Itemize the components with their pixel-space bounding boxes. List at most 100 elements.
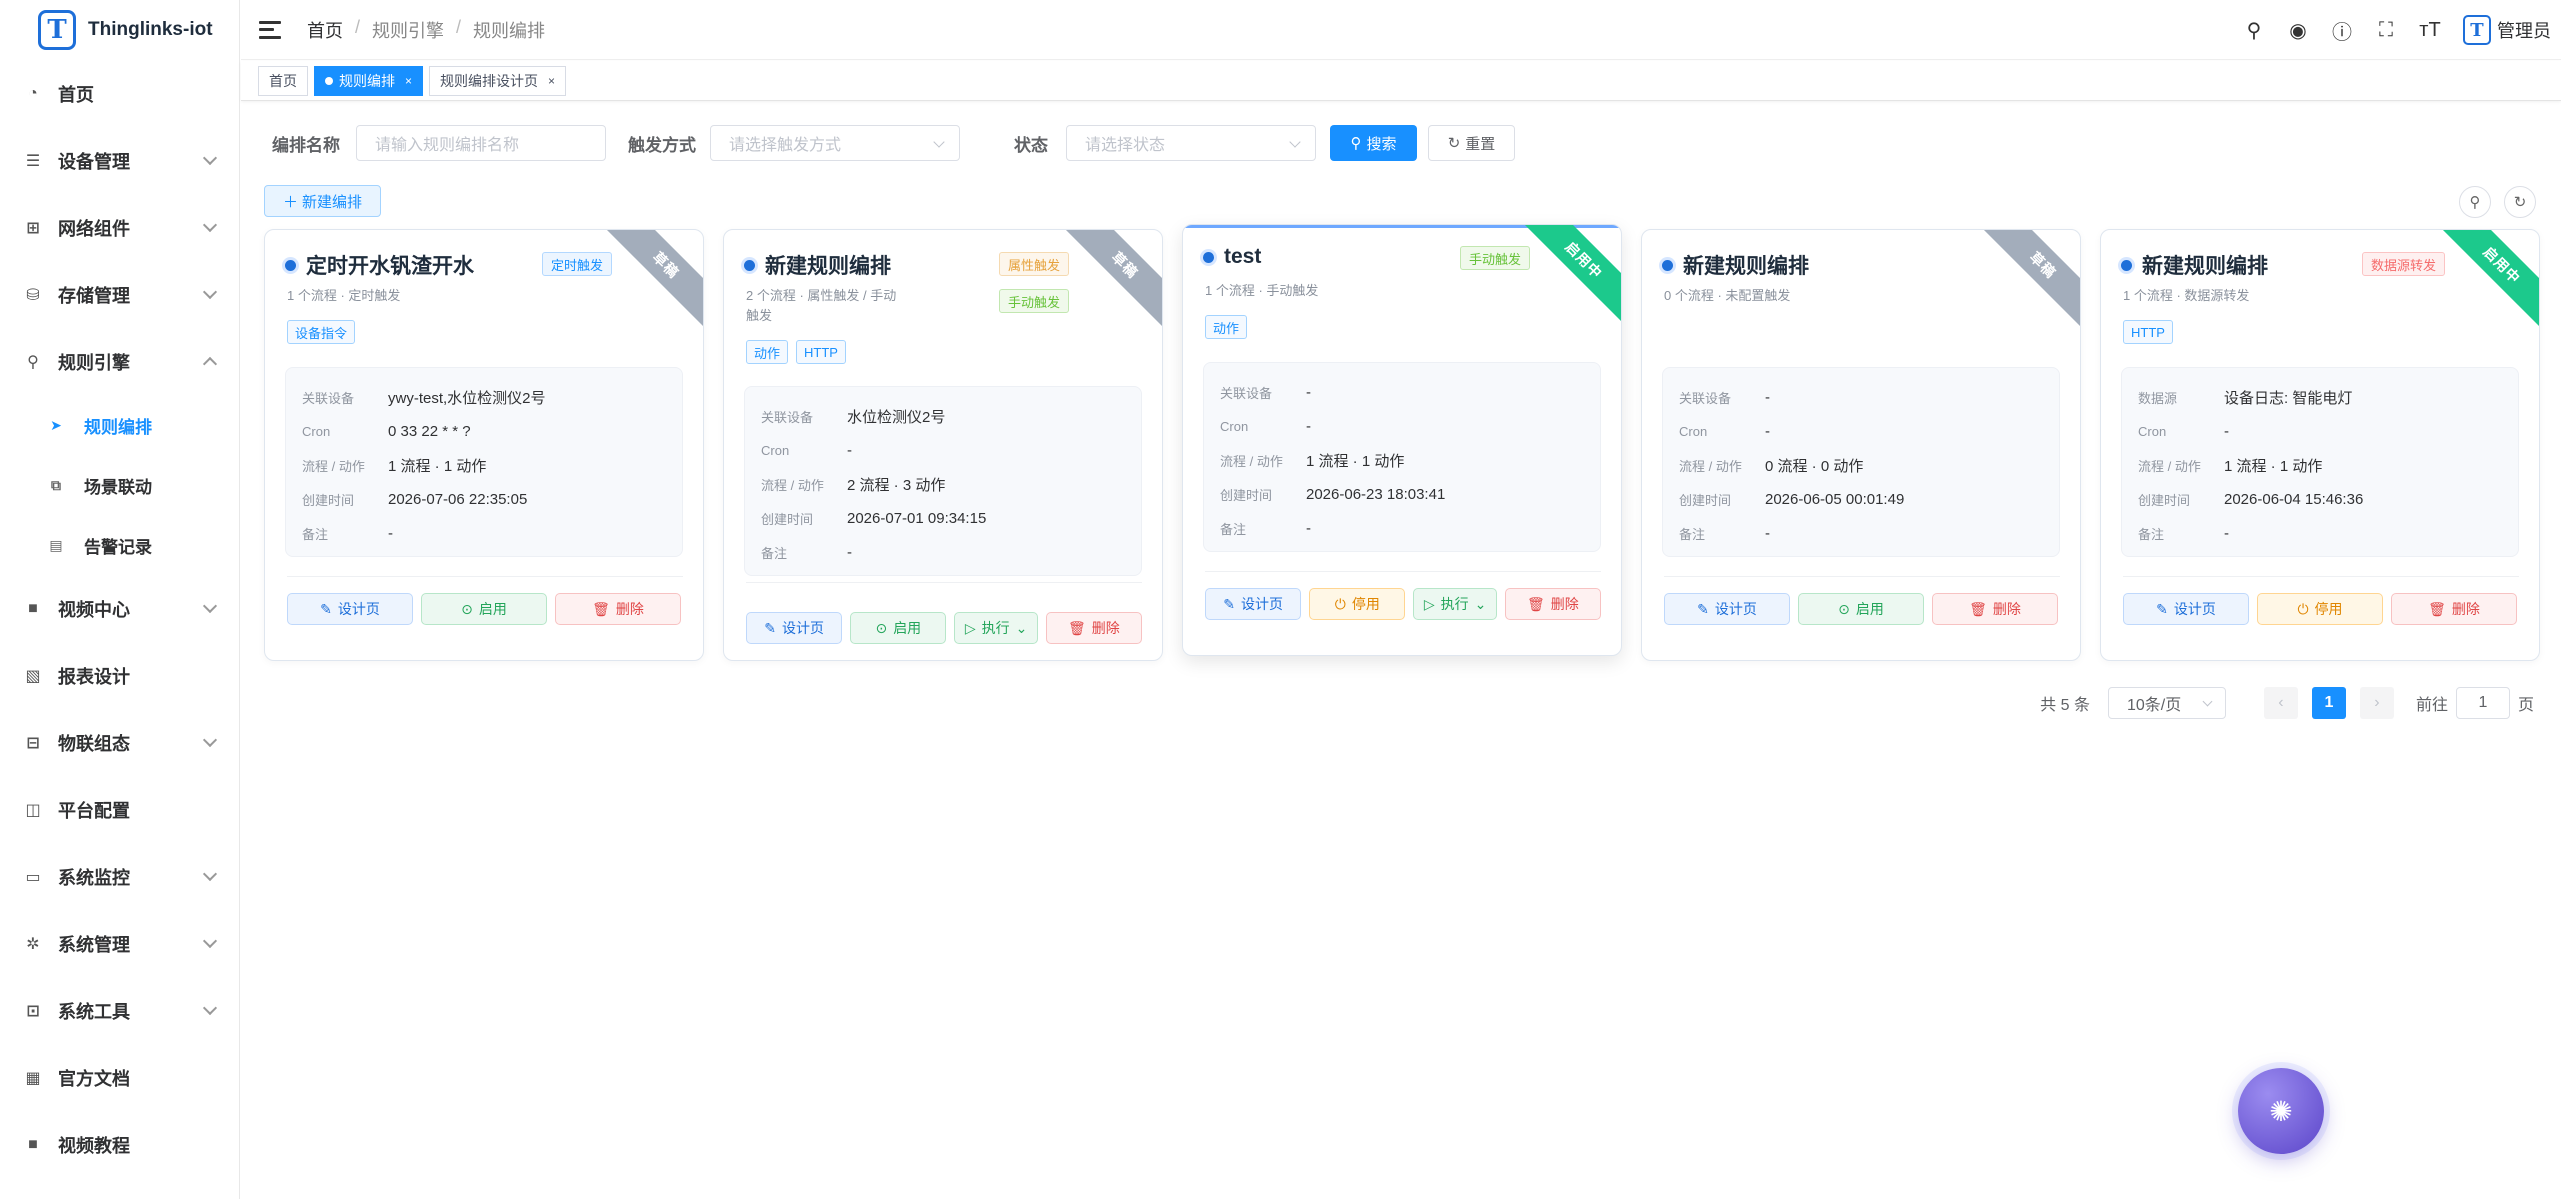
design-button[interactable]: ✎ 设计页 [2123,593,2249,625]
close-icon[interactable]: × [548,74,555,88]
sidebar-item-storage[interactable]: ⛁ 存储管理 [0,261,239,328]
play-icon: ▷ [1423,595,1435,612]
trigger-badge: 数据源转发 [2362,252,2446,276]
card-meta-line: 2 个流程 · 属性触发 / 手动 [746,288,897,303]
sidebar-subitem-alarm-records[interactable]: ▤ 告警记录 [0,515,239,575]
tag: HTTP [2123,320,2173,344]
sidebar-item-video[interactable]: ■ 视频中心 [0,575,239,642]
sidebar-item-monitor[interactable]: ▭ 系统监控 [0,843,239,910]
design-button[interactable]: ✎ 设计页 [1664,593,1790,625]
fullscreen-icon[interactable]: ⛶ [2375,19,2397,41]
enable-button[interactable]: ⊙ 启用 [421,593,547,625]
trash-icon: 🗑 [2428,600,2446,617]
rule-card[interactable]: 草稿 新建规则编排 2 个流程 · 属性触发 / 手动 触发 属性触发 手动触发 … [723,229,1163,661]
delete-button[interactable]: 🗑 删除 [555,593,681,625]
design-button[interactable]: ✎ 设计页 [287,593,413,625]
info-row: 创建时间 2026-07-06 22:35:05 [302,482,682,516]
platform-icon: ◫ [25,801,41,819]
sidebar-item-label: 首页 [58,84,94,105]
rule-card[interactable]: 启用中 新建规则编排 1 个流程 · 数据源转发 数据源转发 HTTP 数据源设… [2100,229,2540,661]
disable-button[interactable]: ⏻ 停用 [2257,593,2383,625]
new-orchestration-button[interactable]: ＋新建编排 [264,185,381,217]
breadcrumb-home[interactable]: 首页 [307,17,343,43]
card-tags: 动作 HTTP [746,340,846,364]
search-button[interactable]: ⚲ 搜索 [1330,125,1417,161]
delete-button[interactable]: 🗑 删除 [1045,612,1142,644]
rule-card[interactable]: 启用中 test 1 个流程 · 手动触发 手动触发 动作 关联设备 - Cron… [1182,224,1622,656]
rule-card[interactable]: 草稿 定时开水钒渣开水 1 个流程 · 定时触发 定时触发 设备指令 关联设备 y… [264,229,704,661]
name-input[interactable]: 请输入规则编排名称 [356,125,606,161]
divider [1664,576,2060,577]
card-info: 关联设备 水位检测仪2号 Cron - 流程 / 动作 2 流程 · 3 动作 创建时… [744,386,1142,576]
sidebar-subitem-rule-orchestration[interactable]: ➤ 规则编排 [0,395,239,455]
design-button[interactable]: ✎ 设计页 [746,612,843,644]
sidebar-subitem-scene-linkage[interactable]: ⧉ 场景联动 [0,455,239,515]
card-tags: 动作 [1205,315,1248,339]
goto-page-input[interactable]: 1 [2455,687,2510,719]
toggle-search-icon[interactable]: ⚲ [2459,186,2491,218]
refresh-icon[interactable]: ↻ [2504,186,2536,218]
card-title: 定时开水钒渣开水 [285,250,474,280]
info-value: 1 流程 · 1 动作 [1306,452,1405,470]
trigger-label: 触发方式 [628,135,696,155]
enable-button[interactable]: ⊙ 启用 [850,612,947,644]
sidebar-item-platform[interactable]: ◫ 平台配置 [0,776,239,843]
github-icon[interactable]: ◉ [2287,19,2309,42]
enable-button[interactable]: ⊙ 启用 [1798,593,1924,625]
page-size-select[interactable]: 10条/页 [2107,687,2226,719]
reset-button[interactable]: ↻ 重置 [1428,125,1515,161]
card-meta: 1 个流程 · 数据源转发 [2123,286,2249,306]
info-value: 0 33 22 * * ? [388,422,471,440]
design-button[interactable]: ✎ 设计页 [1205,588,1302,620]
execute-dropdown[interactable]: ▷ 执行 ⌄ [1413,588,1497,620]
tab-home[interactable]: 首页 [258,65,308,96]
sidebar-item-network[interactable]: ⊞ 网络组件 [0,194,239,261]
chevron-down-icon [933,136,945,148]
info-row: 流程 / 动作 0 流程 · 0 动作 [1679,448,2059,482]
action-label: 启用 [1855,601,1884,617]
sidebar-item-tools[interactable]: ⊡ 系统工具 [0,977,239,1044]
delete-button[interactable]: 🗑 删除 [1504,588,1601,620]
next-page-button[interactable]: › [2359,687,2394,719]
tab-label: 规则编排 [339,72,395,89]
delete-button[interactable]: 🗑 删除 [2391,593,2517,625]
sidebar-item-iot-config[interactable]: ⊟ 物联组态 [0,709,239,776]
page-number-active[interactable]: 1 [2311,687,2346,719]
ai-assistant-button[interactable]: ✺ [2238,1068,2324,1154]
close-icon[interactable]: × [405,74,412,88]
status-dot-icon [2121,259,2132,271]
card-actions: ✎ 设计页 ⏻ 停用 🗑 删除 [2123,593,2519,625]
status-select[interactable]: 请选择状态 [1066,125,1316,161]
trigger-badge: 定时触发 [542,252,613,276]
rule-card[interactable]: 草稿 新建规则编排 0 个流程 · 未配置触发 关联设备 - Cron - 流程 /… [1641,229,2081,661]
sidebar-item-home[interactable]: ◔ 首页 [0,60,239,127]
search-icon[interactable]: ⚲ [2243,19,2265,42]
sidebar-item-system[interactable]: ✲ 系统管理 [0,910,239,977]
action-label: 设计页 [1714,601,1757,617]
prev-page-button[interactable]: ‹ [2263,687,2298,719]
execute-dropdown[interactable]: ▷ 执行 ⌄ [954,612,1038,644]
sidebar-item-docs[interactable]: ▦ 官方文档 [0,1044,239,1111]
info-row: 关联设备 - [1679,380,2059,414]
sidebar-item-device[interactable]: ☰ 设备管理 [0,127,239,194]
menu-toggle-icon[interactable] [259,20,281,39]
delete-button[interactable]: 🗑 删除 [1932,593,2058,625]
user-menu[interactable]: T 管理员 [2463,15,2551,45]
page-size-value: 10条/页 [2126,697,2182,714]
tab-rule-design[interactable]: 规则编排设计页 × [429,65,567,96]
font-size-icon[interactable]: ᴛT [2419,19,2441,41]
storage-icon: ⛁ [26,286,40,304]
disable-button[interactable]: ⏻ 停用 [1309,588,1406,620]
card-meta: 1 个流程 · 定时触发 [287,286,400,306]
info-value: 0 流程 · 0 动作 [1765,457,1864,475]
card-actions: ✎ 设计页 ⏻ 停用 ▷ 执行 ⌄ 🗑 删除 [1205,588,1601,620]
sidebar-item-tutorial[interactable]: ■ 视频教程 [0,1111,239,1178]
card-title: 新建规则编排 [744,250,891,280]
sidebar-item-rule-engine[interactable]: ⚲ 规则引擎 [0,328,239,395]
help-icon[interactable]: ⓘ [2331,19,2353,44]
chevron-down-icon [202,732,218,748]
logo[interactable]: T Thinglinks-iot [0,0,239,60]
tab-rule-orchestration[interactable]: 规则编排 × [314,65,424,96]
trigger-select[interactable]: 请选择触发方式 [710,125,960,161]
sidebar-item-report[interactable]: ▧ 报表设计 [0,642,239,709]
